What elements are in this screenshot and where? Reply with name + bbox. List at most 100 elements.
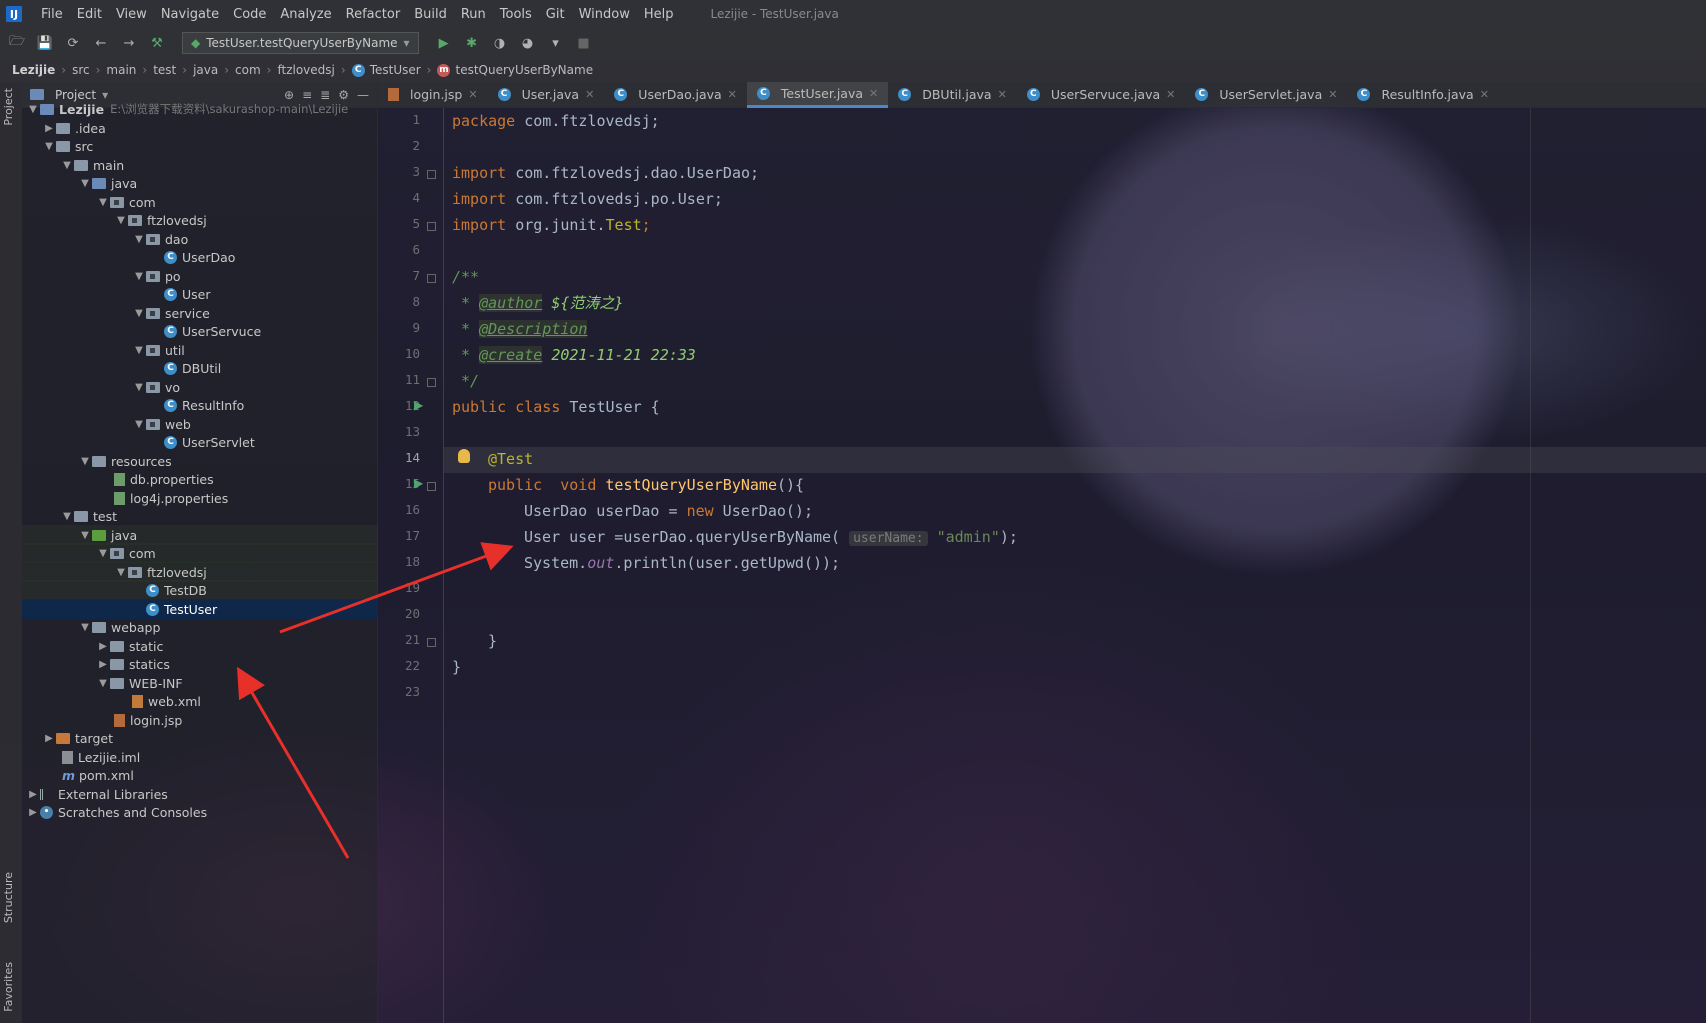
- fold-icon[interactable]: [427, 378, 436, 387]
- menu-navigate[interactable]: Navigate: [154, 7, 226, 22]
- tree-item-static[interactable]: ▶ static: [22, 636, 378, 656]
- tree-item-web[interactable]: ▼ web: [22, 414, 378, 434]
- crumb-class[interactable]: TestUser: [370, 63, 421, 77]
- tree-item-web-xml[interactable]: web.xml: [22, 691, 378, 711]
- chevron-down-icon[interactable]: ▼: [60, 160, 74, 171]
- back-arrow-icon[interactable]: ←: [90, 32, 112, 54]
- run-test-method-icon[interactable]: ▶: [414, 476, 423, 490]
- tree-item-testdb[interactable]: C TestDB: [22, 580, 378, 600]
- tree-item-dbutil[interactable]: C DBUtil: [22, 358, 378, 378]
- chevron-down-icon[interactable]: ▼: [132, 419, 146, 430]
- crumb-src[interactable]: src: [72, 63, 90, 77]
- tool-tab-favorites[interactable]: Favorites: [2, 962, 15, 1012]
- chevron-down-icon[interactable]: ▼: [132, 345, 146, 356]
- close-icon[interactable]: ✕: [585, 88, 594, 101]
- tab-userdao-java[interactable]: C UserDao.java ✕: [604, 82, 747, 108]
- chevron-down-icon[interactable]: ▼: [78, 178, 92, 189]
- editor-gutter[interactable]: 1 2 3 4 5 6 7 8 9 10 11 12 13 14 15 16 1…: [378, 108, 444, 1023]
- tree-item-statics[interactable]: ▶ statics: [22, 654, 378, 674]
- crumb-main[interactable]: main: [106, 63, 136, 77]
- tree-item-test-ftzlovedsj[interactable]: ▼ ftzlovedsj: [22, 562, 378, 582]
- tab-userservlet-java[interactable]: C UserServlet.java ✕: [1185, 82, 1347, 108]
- chevron-down-icon[interactable]: ▼: [96, 678, 110, 689]
- chevron-right-icon[interactable]: ▶: [42, 123, 56, 134]
- tree-item-testuser[interactable]: C TestUser: [22, 599, 378, 619]
- coverage-icon[interactable]: ◑: [489, 32, 511, 54]
- tree-item-test-com[interactable]: ▼ com: [22, 543, 378, 563]
- crumb-project[interactable]: Lezijie: [12, 63, 55, 77]
- tree-item-resources[interactable]: ▼ resources: [22, 451, 378, 471]
- chevron-down-icon[interactable]: ▼: [78, 456, 92, 467]
- tree-item-db-properties[interactable]: db.properties: [22, 469, 378, 489]
- close-icon[interactable]: ✕: [1166, 88, 1175, 101]
- chevron-down-icon[interactable]: ▼: [78, 622, 92, 633]
- build-hammer-icon[interactable]: ⚒: [146, 32, 168, 54]
- tree-item-main[interactable]: ▼ main: [22, 155, 378, 175]
- tree-item-userservlet[interactable]: C UserServlet: [22, 432, 378, 452]
- tab-user-java[interactable]: C User.java ✕: [488, 82, 605, 108]
- profile-icon[interactable]: ◕: [517, 32, 539, 54]
- chevron-down-icon[interactable]: ▼: [60, 511, 74, 522]
- crumb-method[interactable]: testQueryUserByName: [455, 63, 593, 77]
- tree-item-userdao[interactable]: C UserDao: [22, 247, 378, 267]
- tool-tab-structure[interactable]: Structure: [2, 872, 15, 923]
- menu-refactor[interactable]: Refactor: [339, 7, 408, 22]
- menu-tools[interactable]: Tools: [493, 7, 539, 22]
- tree-item-po[interactable]: ▼ po: [22, 266, 378, 286]
- menu-build[interactable]: Build: [407, 7, 454, 22]
- chevron-down-icon[interactable]: ▼: [132, 308, 146, 319]
- chevron-right-icon[interactable]: ▶: [26, 789, 40, 800]
- debug-icon[interactable]: ✱: [461, 32, 483, 54]
- open-folder-icon[interactable]: 🗁: [6, 32, 28, 54]
- chevron-down-icon[interactable]: ▼: [132, 234, 146, 245]
- tab-dbutil-java[interactable]: C DBUtil.java ✕: [888, 82, 1017, 108]
- tab-testuser-java[interactable]: C TestUser.java ✕: [746, 81, 889, 108]
- tree-item-target[interactable]: ▶ target: [22, 728, 378, 748]
- save-all-icon[interactable]: 💾: [34, 32, 56, 54]
- tree-item-login-jsp[interactable]: login.jsp: [22, 710, 378, 730]
- chevron-down-icon[interactable]: ▼: [114, 567, 128, 578]
- fold-icon[interactable]: [427, 170, 436, 179]
- sync-icon[interactable]: ⟳: [62, 32, 84, 54]
- menu-file[interactable]: File: [34, 7, 70, 22]
- more-run-chevron-icon[interactable]: ▾: [545, 32, 567, 54]
- chevron-right-icon[interactable]: ▶: [96, 659, 110, 670]
- close-icon[interactable]: ✕: [1480, 88, 1489, 101]
- crumb-package[interactable]: ftzlovedsj: [277, 63, 334, 77]
- stop-icon[interactable]: ■: [573, 32, 595, 54]
- tree-item-service[interactable]: ▼ service: [22, 303, 378, 323]
- tree-item-pom[interactable]: m pom.xml: [22, 765, 378, 785]
- tree-item-main-java[interactable]: ▼ java: [22, 173, 378, 193]
- tree-item-log4j-properties[interactable]: log4j.properties: [22, 488, 378, 508]
- tree-item-userservuce[interactable]: C UserServuce: [22, 321, 378, 341]
- tree-item-test-java[interactable]: ▼ java: [22, 525, 378, 545]
- close-icon[interactable]: ✕: [869, 87, 878, 100]
- fold-icon[interactable]: [427, 638, 436, 647]
- code-editor[interactable]: package com.ftzlovedsj; import com.ftzlo…: [444, 108, 1706, 1023]
- tab-userservuce-java[interactable]: C UserServuce.java ✕: [1017, 82, 1186, 108]
- tree-item-main-com[interactable]: ▼ com: [22, 192, 378, 212]
- menu-window[interactable]: Window: [572, 7, 637, 22]
- menu-analyze[interactable]: Analyze: [273, 7, 338, 22]
- lightbulb-icon[interactable]: [458, 449, 470, 463]
- tree-item-resultinfo[interactable]: C ResultInfo: [22, 395, 378, 415]
- fold-icon[interactable]: [427, 482, 436, 491]
- tool-tab-project[interactable]: Project: [2, 88, 15, 126]
- chevron-right-icon[interactable]: ▶: [96, 641, 110, 652]
- chevron-down-icon[interactable]: ▼: [132, 271, 146, 282]
- menu-run[interactable]: Run: [454, 7, 493, 22]
- tree-item-iml[interactable]: Lezijie.iml: [22, 747, 378, 767]
- tree-item-src[interactable]: ▼ src: [22, 136, 378, 156]
- run-icon[interactable]: ▶: [433, 32, 455, 54]
- chevron-down-icon[interactable]: ▼: [42, 141, 56, 152]
- tab-resultinfo-java[interactable]: C ResultInfo.java ✕: [1347, 82, 1498, 108]
- crumb-java[interactable]: java: [193, 63, 218, 77]
- tree-item-util[interactable]: ▼ util: [22, 340, 378, 360]
- tree-item-external-libraries[interactable]: ▶ External Libraries: [22, 784, 378, 804]
- tree-item-root[interactable]: ▼ Lezijie E:\浏览器下载资料\sakurashop-main\Lez…: [22, 99, 378, 119]
- tree-item-webapp[interactable]: ▼ webapp: [22, 617, 378, 637]
- tab-login-jsp[interactable]: login.jsp ✕: [378, 82, 488, 108]
- menu-git[interactable]: Git: [539, 7, 572, 22]
- tree-item-web-inf[interactable]: ▼ WEB-INF: [22, 673, 378, 693]
- menu-view[interactable]: View: [109, 7, 154, 22]
